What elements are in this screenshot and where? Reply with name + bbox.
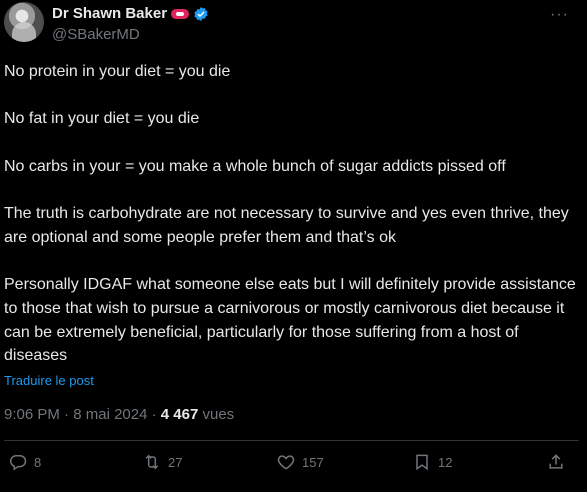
views-count: 4 467	[160, 406, 199, 423]
author-handle[interactable]: @SBakerMD	[52, 26, 140, 43]
post-time[interactable]: 9:06 PM	[4, 406, 60, 423]
author-name[interactable]: Dr Shawn Baker	[52, 5, 167, 22]
post-paragraph: No fat in your diet = you die	[4, 110, 200, 128]
reply-count: 8	[34, 454, 42, 470]
author-name-row: Dr Shawn Baker	[52, 5, 209, 22]
bookmark-button[interactable]: 12	[412, 452, 452, 472]
avatar[interactable]	[4, 2, 44, 42]
verified-badge-icon[interactable]	[193, 6, 209, 22]
post-header: Dr Shawn Baker @SBakerMD ···	[4, 2, 583, 46]
reply-icon	[10, 455, 27, 471]
meta-separator: ·	[64, 406, 70, 423]
post-metadata: 9:06 PM · 8 mai 2024 · 4 467 vues	[4, 406, 234, 423]
share-icon	[549, 454, 563, 469]
divider	[4, 440, 579, 441]
post-text: No protein in your diet = you die No fat…	[4, 60, 579, 392]
repost-count: 27	[168, 454, 183, 470]
action-bar: 8 27 157 12	[4, 452, 579, 480]
post: Dr Shawn Baker @SBakerMD ··· No protein …	[0, 0, 587, 492]
like-icon	[277, 455, 295, 470]
meta-separator: ·	[151, 406, 157, 423]
share-button[interactable]	[546, 452, 566, 472]
post-date[interactable]: 8 mai 2024	[73, 406, 147, 423]
reply-button[interactable]: 8	[8, 452, 41, 472]
flag-emoji-icon	[171, 8, 190, 19]
post-paragraph: The truth is carbohydrate are not necess…	[4, 205, 574, 246]
translate-post-link[interactable]: Traduire le post	[4, 373, 94, 388]
post-paragraph: Personally IDGAF what someone else eats …	[4, 276, 581, 365]
post-paragraph: No protein in your diet = you die	[4, 63, 231, 80]
views-label: vues	[202, 406, 235, 423]
repost-icon	[145, 454, 159, 470]
like-count: 157	[302, 454, 324, 470]
like-button[interactable]: 157	[276, 452, 324, 472]
more-icon[interactable]: ···	[550, 6, 569, 24]
repost-button[interactable]: 27	[142, 452, 182, 472]
bookmark-icon	[416, 454, 428, 471]
post-paragraph: No carbs in your = you make a whole bunc…	[4, 157, 506, 175]
bookmark-count: 12	[438, 454, 453, 470]
